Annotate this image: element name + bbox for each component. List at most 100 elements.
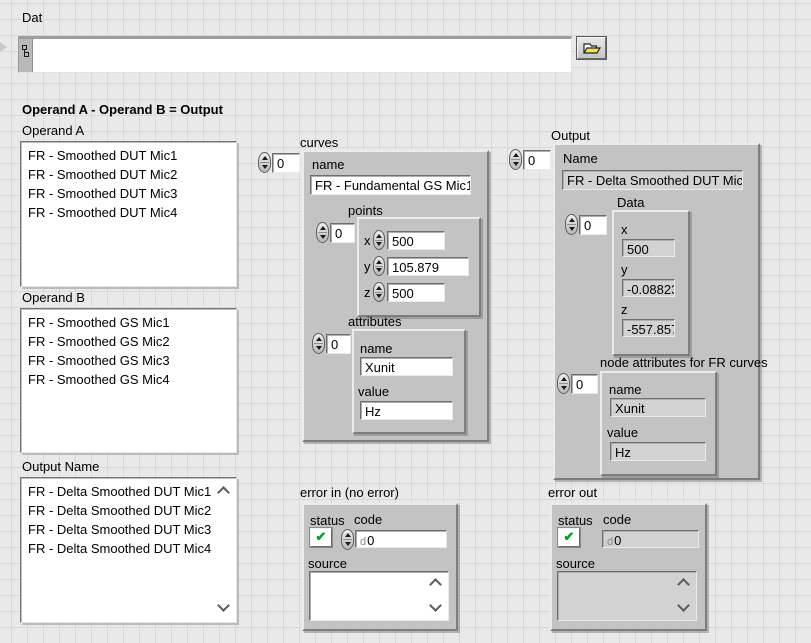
attributes-label: attributes	[348, 315, 401, 329]
operand-b-label: Operand B	[22, 291, 85, 305]
data-index-spinner[interactable]	[565, 214, 578, 235]
panel-origin-arrow	[0, 42, 7, 52]
scroll-down-icon[interactable]	[217, 599, 230, 612]
error-out-cluster: status ✔ code d0 source	[550, 503, 707, 631]
node-attributes-index[interactable]: 0	[571, 374, 598, 394]
output-name-field: FR - Delta Smoothed DUT Mic1	[562, 170, 743, 190]
point-z-field[interactable]: 500	[387, 283, 445, 302]
list-item[interactable]: FR - Delta Smoothed DUT Mic4	[28, 539, 229, 558]
data-z-field: -557.857	[622, 319, 675, 337]
output-index[interactable]: 0	[523, 150, 551, 170]
error-in-status-label: status	[310, 514, 345, 528]
list-item[interactable]: FR - Delta Smoothed DUT Mic3	[28, 520, 229, 539]
data-index[interactable]: 0	[579, 215, 607, 235]
attribute-name-field[interactable]: Xunit	[360, 357, 453, 376]
attributes-cluster: name Xunit value Hz	[352, 329, 466, 434]
error-out-status-indicator: ✔	[558, 528, 580, 547]
data-x-label: x	[621, 223, 628, 237]
list-item[interactable]: FR - Smoothed DUT Mic4	[28, 203, 229, 222]
error-out-source-label: source	[556, 557, 595, 571]
list-item[interactable]: FR - Delta Smoothed DUT Mic1	[28, 482, 229, 501]
output-index-spinner[interactable]	[509, 149, 522, 170]
error-out-source-field	[557, 571, 697, 621]
output-name-field-label: Name	[563, 152, 598, 166]
error-in-code-spinner[interactable]	[341, 529, 354, 550]
attribute-value-label: value	[358, 385, 389, 399]
operand-b-listbox[interactable]: FR - Smoothed GS Mic1 FR - Smoothed GS M…	[20, 308, 237, 453]
attributes-index-spinner[interactable]	[312, 333, 325, 354]
error-in-code-label: code	[354, 513, 382, 527]
point-z-spinner[interactable]	[373, 282, 385, 302]
error-in-source-field[interactable]	[309, 571, 449, 621]
file-path-label: Dat	[22, 11, 42, 25]
file-path-input[interactable]	[18, 36, 572, 73]
point-z-label: z	[364, 286, 371, 300]
folder-icon	[582, 42, 601, 55]
checkmark-icon: ✔	[316, 529, 327, 544]
points-label: points	[348, 204, 383, 218]
data-y-label: y	[621, 263, 628, 277]
data-z-label: z	[621, 303, 628, 317]
data-y-field: -0.08823	[622, 279, 675, 297]
error-out-label: error out	[548, 486, 597, 500]
node-attribute-name-label: name	[609, 383, 642, 397]
error-in-label: error in (no error)	[300, 486, 399, 500]
list-item[interactable]: FR - Smoothed DUT Mic3	[28, 184, 229, 203]
attribute-name-label: name	[360, 342, 393, 356]
list-item[interactable]: FR - Delta Smoothed DUT Mic2	[28, 501, 229, 520]
error-out-code-field: d0	[602, 530, 699, 548]
point-x-field[interactable]: 500	[387, 231, 445, 250]
radix-indicator: d	[360, 536, 366, 548]
point-x-spinner[interactable]	[373, 230, 385, 250]
data-cluster: x 500 y -0.08823 z -557.857	[612, 210, 690, 356]
node-attributes-index-spinner[interactable]	[557, 373, 570, 394]
scroll-up-icon[interactable]	[429, 578, 442, 591]
section-title: Operand A - Operand B = Output	[22, 103, 223, 117]
node-attribute-value-label: value	[607, 426, 638, 440]
browse-button[interactable]	[577, 37, 606, 59]
curves-index[interactable]: 0	[272, 153, 300, 173]
path-type-strip	[19, 39, 33, 72]
scroll-down-icon[interactable]	[677, 599, 690, 612]
curve-name-label: name	[312, 158, 345, 172]
data-label: Data	[617, 196, 644, 210]
point-x-label: x	[364, 234, 371, 248]
scroll-down-icon[interactable]	[429, 599, 442, 612]
error-out-code-label: code	[603, 513, 631, 527]
point-y-field[interactable]: 105.879	[387, 257, 469, 276]
error-out-status-label: status	[558, 514, 593, 528]
operand-a-label: Operand A	[22, 124, 84, 138]
node-attribute-value-field: Hz	[610, 442, 706, 461]
radix-indicator: d	[607, 536, 613, 548]
list-item[interactable]: FR - Smoothed DUT Mic1	[28, 146, 229, 165]
error-in-status-button[interactable]: ✔	[310, 528, 332, 547]
node-attribute-name-field: Xunit	[610, 398, 706, 417]
checkmark-icon: ✔	[564, 529, 575, 544]
output-name-listbox[interactable]: FR - Delta Smoothed DUT Mic1 FR - Delta …	[20, 477, 237, 623]
curves-label: curves	[300, 136, 338, 150]
node-attributes-label: node attributes for FR curves	[600, 356, 768, 370]
points-cluster: x 500 y 105.879 z 500	[357, 217, 481, 317]
points-index[interactable]: 0	[330, 223, 355, 243]
curves-index-spinner[interactable]	[258, 152, 271, 173]
attribute-value-field[interactable]: Hz	[360, 401, 453, 420]
list-item[interactable]: FR - Smoothed GS Mic3	[28, 351, 229, 370]
points-index-spinner[interactable]	[316, 222, 329, 243]
attributes-index[interactable]: 0	[326, 334, 351, 354]
scroll-up-icon[interactable]	[677, 578, 690, 591]
error-in-cluster: status ✔ code d0 source	[302, 503, 458, 631]
list-item[interactable]: FR - Smoothed GS Mic1	[28, 313, 229, 332]
operand-a-listbox[interactable]: FR - Smoothed DUT Mic1 FR - Smoothed DUT…	[20, 141, 237, 287]
error-in-source-label: source	[308, 557, 347, 571]
list-item[interactable]: FR - Smoothed DUT Mic2	[28, 165, 229, 184]
point-y-spinner[interactable]	[373, 256, 385, 276]
node-attributes-cluster: name Xunit value Hz	[600, 371, 717, 476]
list-item[interactable]: FR - Smoothed GS Mic4	[28, 370, 229, 389]
output-name-label: Output Name	[22, 460, 99, 474]
list-item[interactable]: FR - Smoothed GS Mic2	[28, 332, 229, 351]
point-y-label: y	[364, 260, 371, 274]
output-label: Output	[551, 129, 590, 143]
curve-name-field[interactable]: FR - Fundamental GS Mic1	[310, 175, 471, 195]
error-in-code-field[interactable]: d0	[355, 530, 447, 548]
data-x-field: 500	[622, 239, 675, 257]
